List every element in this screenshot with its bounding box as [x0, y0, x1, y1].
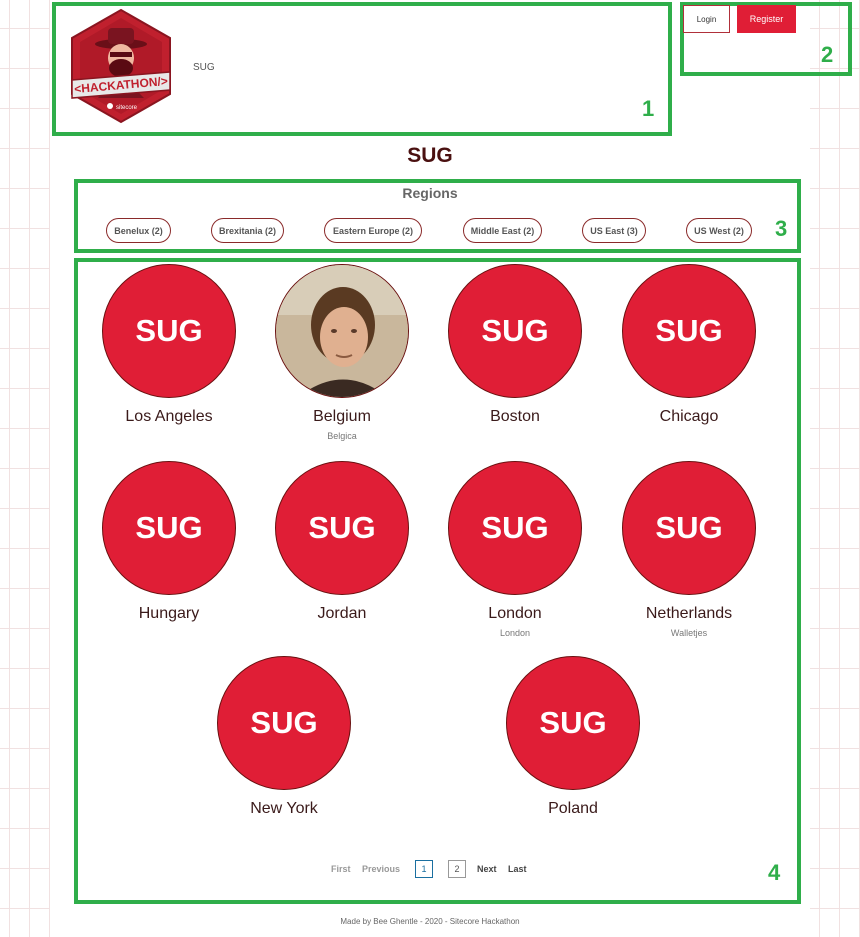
group-name[interactable]: Netherlands: [603, 605, 775, 623]
group-subtitle: Belgica: [327, 431, 357, 441]
group-name[interactable]: Chicago: [603, 408, 775, 426]
login-button[interactable]: Login: [683, 5, 730, 33]
hackathon-logo[interactable]: <HACKATHON/> sitecore: [68, 8, 174, 124]
group-subtitle: London: [499, 628, 531, 638]
region-pill-us-east[interactable]: US East (3): [582, 218, 646, 243]
group-card-poland[interactable]: SUG Poland: [487, 656, 659, 818]
group-card-los-angeles[interactable]: SUG Los Angeles: [83, 264, 255, 426]
pagination-page-2[interactable]: 2: [448, 860, 466, 878]
annotation-label-2: 2: [821, 42, 834, 67]
group-avatar[interactable]: SUG: [275, 461, 409, 595]
group-name[interactable]: Los Angeles: [83, 408, 255, 426]
group-name[interactable]: New York: [198, 800, 370, 818]
footer-credits: Made by Bee Ghentle - 2020 - Sitecore Ha…: [340, 917, 520, 926]
pagination-last-link[interactable]: Last: [508, 864, 527, 874]
group-avatar[interactable]: SUG: [506, 656, 640, 790]
pagination-previous-link[interactable]: Previous: [362, 864, 400, 874]
region-pill-benelux[interactable]: Benelux (2): [106, 218, 171, 243]
region-pill-brexitania[interactable]: Brexitania (2): [211, 218, 284, 243]
background-pattern-right: [810, 0, 860, 937]
group-name[interactable]: Jordan: [256, 605, 428, 623]
group-card-belgium[interactable]: Belgium Belgica: [256, 264, 428, 441]
regions-heading: Regions: [402, 185, 458, 201]
group-avatar[interactable]: SUG: [622, 264, 756, 398]
pagination-first-link[interactable]: First: [331, 864, 351, 874]
group-name[interactable]: London: [429, 605, 601, 623]
annotation-label-3: 3: [775, 216, 788, 241]
person-photo-icon: [276, 265, 408, 397]
group-avatar[interactable]: SUG: [102, 264, 236, 398]
group-name[interactable]: Boston: [429, 408, 601, 426]
region-pill-us-west[interactable]: US West (2): [686, 218, 752, 243]
pagination: First Previous 1 2 Next Last: [0, 860, 860, 878]
group-name[interactable]: Hungary: [83, 605, 255, 623]
group-avatar[interactable]: SUG: [217, 656, 351, 790]
group-card-london[interactable]: SUG London London: [429, 461, 601, 638]
page-title: SUG: [407, 144, 453, 167]
group-name[interactable]: Poland: [487, 800, 659, 818]
group-card-netherlands[interactable]: SUG Netherlands Walletjes: [603, 461, 775, 638]
group-name[interactable]: Belgium: [256, 408, 428, 426]
group-subtitle: Walletjes: [670, 628, 708, 638]
group-avatar[interactable]: SUG: [448, 264, 582, 398]
annotation-label-1: 1: [642, 96, 655, 121]
group-card-jordan[interactable]: SUG Jordan: [256, 461, 428, 623]
pagination-next-link[interactable]: Next: [477, 864, 497, 874]
group-avatar[interactable]: SUG: [102, 461, 236, 595]
group-avatar[interactable]: SUG: [622, 461, 756, 595]
register-button[interactable]: Register: [737, 5, 796, 33]
group-card-chicago[interactable]: SUG Chicago: [603, 264, 775, 426]
logo-subtext: sitecore: [116, 105, 138, 111]
background-pattern-left: [0, 0, 50, 937]
site-name-link[interactable]: SUG: [193, 62, 215, 73]
group-card-new-york[interactable]: SUG New York: [198, 656, 370, 818]
region-pill-middle-east[interactable]: Middle East (2): [463, 218, 542, 243]
pagination-page-1[interactable]: 1: [415, 860, 433, 878]
group-card-boston[interactable]: SUG Boston: [429, 264, 601, 426]
group-card-hungary[interactable]: SUG Hungary: [83, 461, 255, 623]
group-photo-avatar[interactable]: [275, 264, 409, 398]
group-avatar[interactable]: SUG: [448, 461, 582, 595]
region-pill-eastern-europe[interactable]: Eastern Europe (2): [324, 218, 422, 243]
